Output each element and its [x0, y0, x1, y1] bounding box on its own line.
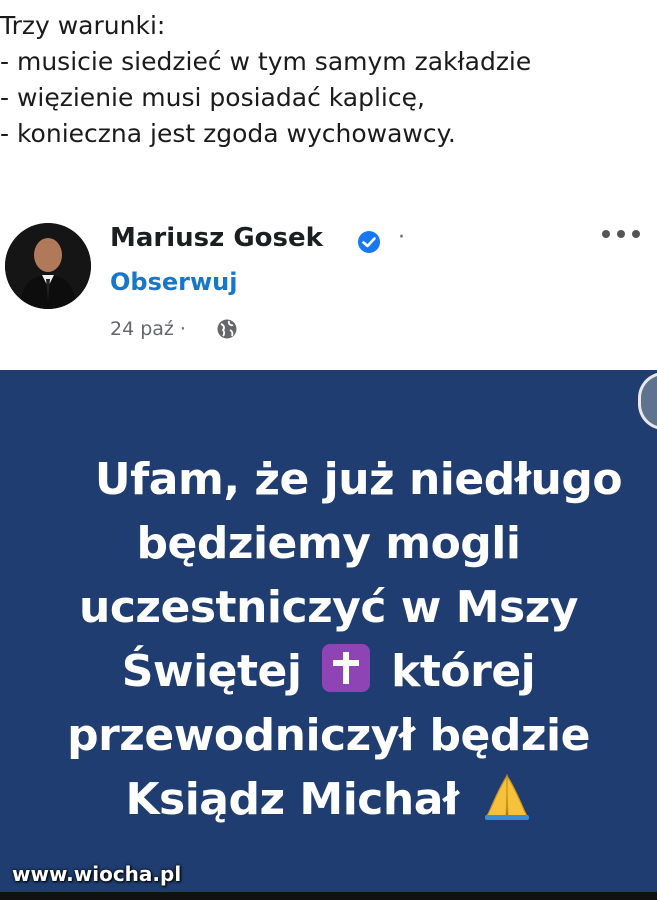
watermark: www.wiocha.pl	[12, 862, 182, 886]
globe-icon	[217, 319, 237, 339]
post-image-text: Ufam, że już niedługo będziemy mogli ucz…	[0, 448, 657, 832]
side-thumbnail[interactable]	[638, 372, 657, 430]
follow-button[interactable]: Obserwuj	[110, 268, 237, 296]
image-text-line: Ufam, że już niedługo	[94, 454, 623, 505]
image-text-word: której	[391, 646, 536, 697]
image-text-line: uczestniczyć w Mszy	[79, 582, 579, 633]
caption-line: - więzienie musi posiadać kaplicę,	[0, 83, 425, 112]
post-image[interactable]: Ufam, że już niedługo będziemy mogli ucz…	[0, 370, 657, 892]
author-name[interactable]: Mariusz Gosek	[110, 223, 323, 253]
image-text-line: przewodniczył będzie	[67, 710, 590, 761]
post-date[interactable]: 24 paź ·	[110, 318, 186, 340]
image-text-line: Ksiądz Michał	[0, 768, 657, 832]
image-text-line: będziemy mogli	[136, 518, 521, 569]
avatar[interactable]	[5, 223, 91, 309]
post-header: Mariusz Gosek · Obserwuj 24 paź ·	[0, 205, 657, 370]
caption-line: Trzy warunki:	[0, 11, 166, 40]
separator-dot: ·	[398, 225, 405, 250]
verified-badge-icon	[358, 231, 380, 253]
avatar-photo	[5, 223, 91, 309]
folded-hands-icon	[484, 774, 529, 820]
caption-line: - konieczna jest zgoda wychowawcy.	[0, 119, 456, 148]
image-text-word: Świętej	[121, 646, 302, 697]
caption-text: Trzy warunki: - musicie siedzieć w tym s…	[0, 8, 657, 152]
more-options-icon[interactable]	[600, 227, 642, 241]
image-text-word: Ksiądz Michał	[125, 774, 459, 825]
caption-line: - musicie siedzieć w tym samym zakładzie	[0, 47, 532, 76]
bottom-bar	[0, 892, 657, 900]
latin-cross-icon	[322, 644, 371, 692]
image-text-line: Świętej której	[0, 640, 657, 704]
